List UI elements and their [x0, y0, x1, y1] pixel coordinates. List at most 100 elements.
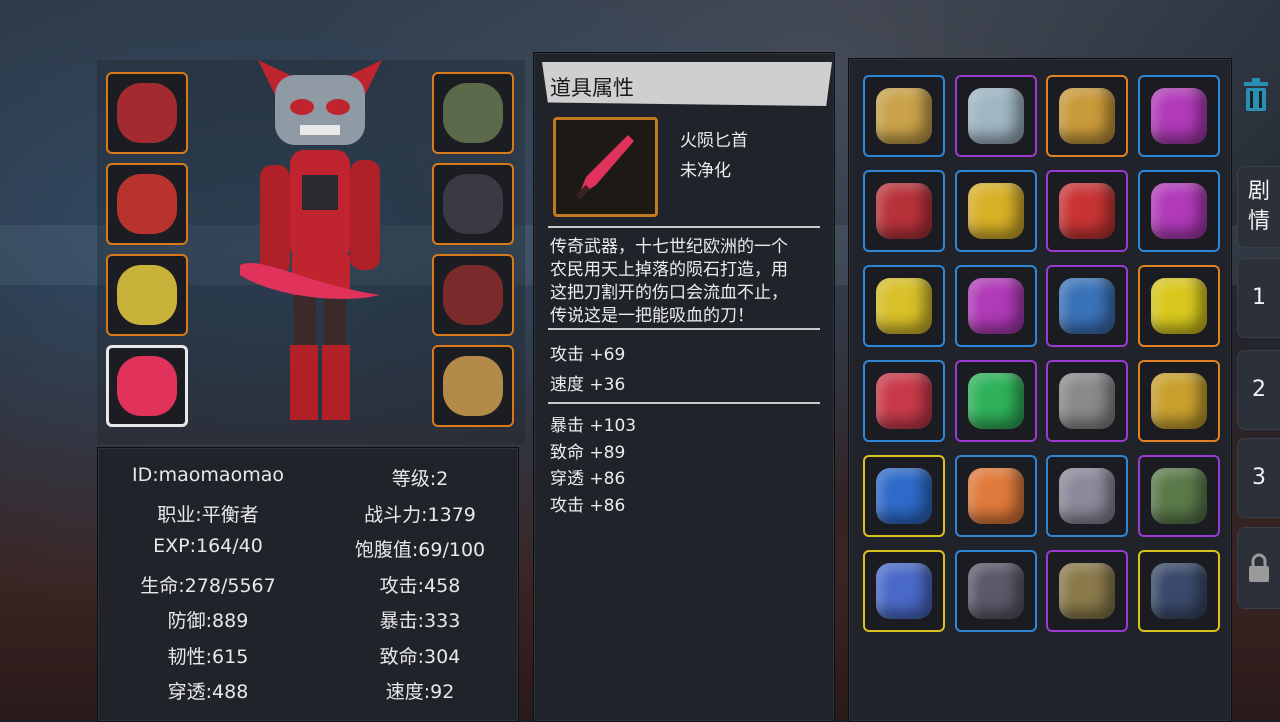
divider	[548, 226, 820, 228]
stat-right: 等级:2	[391, 468, 449, 490]
camo-vest-icon	[1059, 563, 1115, 619]
left-slot-2[interactable]	[106, 163, 188, 245]
left-slot-1[interactable]	[106, 72, 188, 154]
stat-left: 职业:平衡者	[157, 503, 259, 526]
inventory-slot[interactable]	[1137, 360, 1220, 442]
inventory-slot[interactable]	[1137, 75, 1220, 157]
inventory-slot[interactable]	[1046, 170, 1128, 252]
stat-right: 攻击:458	[379, 574, 461, 597]
stat-left: EXP:164/40	[153, 535, 263, 557]
purple-fist-icon	[967, 278, 1024, 334]
tab-page-3[interactable]: 3	[1237, 438, 1280, 518]
lock-icon	[1249, 553, 1269, 582]
lock-tab[interactable]	[1237, 527, 1280, 609]
stat-right: 暴击:333	[379, 610, 461, 632]
base-stat: 攻击 +69	[550, 345, 626, 365]
oni-mask-head	[258, 60, 382, 145]
stat-right: 速度:92	[385, 681, 455, 703]
red-spiked-gauntlet-icon	[876, 183, 932, 239]
diving-mask-icon	[1150, 373, 1207, 429]
inventory-slot[interactable]	[1137, 550, 1220, 632]
stat-left: 生命:278/5567	[140, 574, 276, 597]
trash-icon	[1244, 78, 1268, 111]
oni-mask-helmet-icon	[117, 83, 177, 143]
purple-fist-icon	[1150, 183, 1207, 239]
inventory-slot[interactable]	[1137, 265, 1220, 347]
visor-icon	[1059, 373, 1115, 429]
inventory-slot[interactable]	[863, 170, 945, 252]
tab-page-1[interactable]: 1	[1237, 258, 1280, 338]
robot-helmet-icon	[1059, 468, 1115, 524]
character-figure	[230, 55, 410, 425]
inventory-slot[interactable]	[863, 265, 945, 347]
green-helmet-icon	[1150, 468, 1207, 524]
fingerless-gloves-icon	[443, 265, 503, 325]
stat-right: 饱腹值:69/100	[354, 539, 486, 561]
inventory-slot[interactable]	[954, 75, 1037, 157]
right-slot-1[interactable]	[432, 72, 514, 154]
inventory-slot[interactable]	[954, 265, 1037, 347]
description-line: 这把刀割开的伤口会流血不止，	[550, 283, 788, 303]
inventory-slot[interactable]	[1046, 455, 1128, 537]
crimson-dagger-icon	[117, 356, 177, 416]
gold-gauntlet-icon	[876, 88, 932, 144]
item-detail-title: 道具属性	[550, 76, 634, 100]
inventory-slot[interactable]	[954, 170, 1037, 252]
silver-gauntlet-icon	[967, 88, 1024, 144]
trash-button[interactable]	[1238, 76, 1274, 114]
left-slot-4[interactable]	[106, 345, 188, 427]
leather-boots-icon	[443, 356, 503, 416]
tab-page-2[interactable]: 2	[1237, 350, 1280, 430]
item-name: 火陨匕首	[680, 131, 748, 151]
divider	[548, 402, 820, 404]
inventory-slot[interactable]	[1046, 75, 1128, 157]
inventory-slot[interactable]	[1046, 550, 1128, 632]
inventory-slot[interactable]	[954, 550, 1037, 632]
right-slot-4[interactable]	[432, 345, 514, 427]
inventory-slot[interactable]	[863, 75, 945, 157]
item-preview-frame	[553, 117, 658, 217]
stat-left: 穿透:488	[167, 681, 249, 703]
dark-armor-icon	[1150, 563, 1207, 619]
red-goggles-icon	[876, 373, 932, 429]
inventory-slot[interactable]	[1137, 455, 1220, 537]
blue-spiked-mask-icon	[1059, 278, 1115, 334]
inventory-slot[interactable]	[954, 360, 1037, 442]
inventory-slot[interactable]	[1137, 170, 1220, 252]
red-armor-icon	[117, 174, 177, 234]
bonus-stat: 致命 +89	[550, 442, 626, 463]
blue-goggles-icon	[876, 468, 932, 524]
gold-bracer-icon	[1059, 88, 1115, 144]
blue-vest-icon	[876, 563, 932, 619]
inventory-slot[interactable]	[863, 455, 945, 537]
yellow-pants-icon	[117, 265, 177, 325]
divider	[548, 328, 820, 330]
inventory-slot[interactable]	[1046, 360, 1128, 442]
bonus-stat: 穿透 +86	[550, 469, 626, 489]
inventory-slot[interactable]	[954, 455, 1037, 537]
left-slot-3[interactable]	[106, 254, 188, 336]
gold-spiked-fist-icon	[876, 278, 932, 334]
item-status: 未净化	[680, 161, 731, 181]
right-slot-2[interactable]	[432, 163, 514, 245]
stat-left: 防御:889	[167, 610, 249, 632]
green-gem-necklace-icon	[443, 83, 503, 143]
red-knuckle-icon	[1059, 183, 1115, 239]
orange-helmet-icon	[967, 468, 1024, 524]
bonus-stat: 暴击 +103	[550, 416, 637, 436]
stat-left: 韧性:615	[167, 645, 249, 668]
description-line: 传说这是一把能吸血的刀！	[550, 306, 754, 326]
yellow-goggles-icon	[1150, 278, 1207, 334]
purple-fist-icon	[1150, 88, 1207, 144]
description-line: 农民用天上掉落的陨石打造，用	[550, 260, 788, 280]
spiked-ring-icon	[443, 174, 503, 234]
stat-left: ID:maomaomao	[132, 464, 284, 486]
right-slot-3[interactable]	[432, 254, 514, 336]
armored-vest-icon	[967, 563, 1024, 619]
tab-story[interactable]: 剧 情	[1237, 166, 1280, 248]
inventory-slot[interactable]	[863, 550, 945, 632]
inventory-slot[interactable]	[1046, 265, 1128, 347]
gold-claw-icon	[967, 183, 1024, 239]
inventory-slot[interactable]	[863, 360, 945, 442]
green-goggles-icon	[967, 373, 1024, 429]
